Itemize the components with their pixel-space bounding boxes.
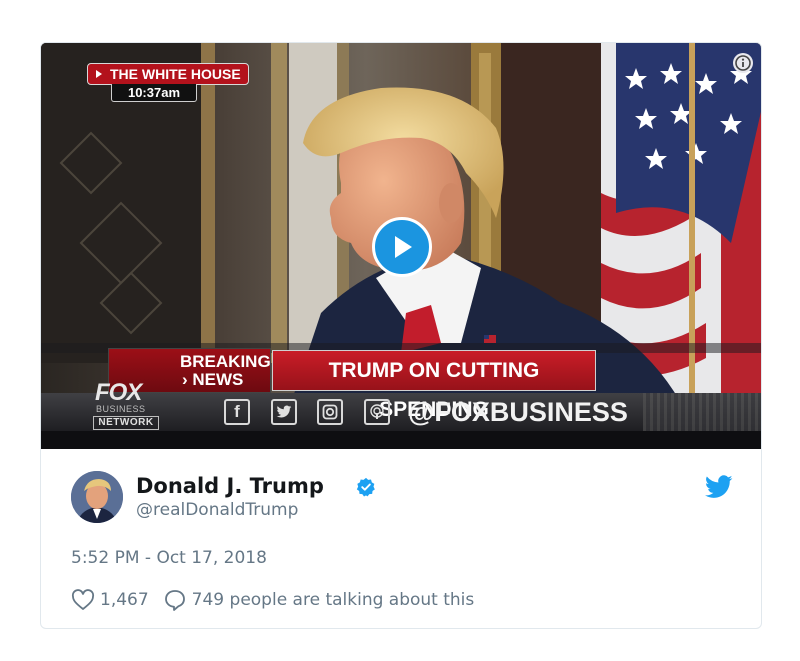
facebook-icon: f	[224, 399, 250, 425]
play-button[interactable]	[372, 217, 432, 277]
podcast-icon	[364, 399, 390, 425]
like-button[interactable]: 1,467	[71, 589, 149, 611]
play-marker-icon	[96, 70, 102, 78]
speech-bubble-icon	[164, 590, 185, 611]
fox-business-logo: FOX BUSINESS NETWORK	[93, 379, 161, 431]
avatar[interactable]	[71, 471, 123, 523]
social-handle: @FOXBUSINESS	[408, 397, 628, 427]
screen-name[interactable]: @realDonaldTrump	[136, 499, 298, 521]
info-icon	[735, 55, 751, 71]
info-button[interactable]	[733, 53, 753, 73]
tweet-info: Donald J. Trump @realDonaldTrump 5:52 PM…	[41, 449, 761, 628]
video-player[interactable]: THE WHITE HOUSE 10:37am BREAKING › NEWS …	[41, 43, 761, 449]
talking-about-text: 749 people are talking about this	[191, 590, 475, 610]
display-name[interactable]: Donald J. Trump	[136, 473, 324, 499]
business-logo-text: BUSINESS	[96, 404, 146, 414]
location-text: THE WHITE HOUSE	[110, 66, 241, 82]
news-headline: TRUMP ON CUTTING SPENDING	[272, 350, 596, 421]
ticker-pattern	[643, 393, 761, 431]
news-text: › NEWS	[182, 370, 244, 389]
time-tag: 10:37am	[111, 84, 197, 102]
tweet-embed-card: THE WHITE HOUSE 10:37am BREAKING › NEWS …	[40, 42, 762, 629]
lower-band	[41, 431, 761, 449]
like-count: 1,467	[100, 590, 149, 610]
twitter-icon	[271, 399, 297, 425]
heart-icon	[71, 589, 95, 610]
tweet-timestamp[interactable]: 5:52 PM - Oct 17, 2018	[71, 547, 267, 569]
fox-logo-text: FOX	[95, 379, 142, 406]
twitter-bird-icon[interactable]	[705, 475, 733, 499]
breaking-text: BREAKING	[180, 352, 271, 371]
reply-button[interactable]: 749 people are talking about this	[163, 588, 475, 612]
verified-badge-icon	[356, 477, 375, 497]
network-logo-text: NETWORK	[93, 416, 159, 430]
play-icon	[395, 236, 412, 258]
instagram-icon	[317, 399, 343, 425]
location-tag: THE WHITE HOUSE	[87, 63, 249, 85]
tweet-actions: 1,467 749 people are talking about this	[71, 587, 474, 613]
